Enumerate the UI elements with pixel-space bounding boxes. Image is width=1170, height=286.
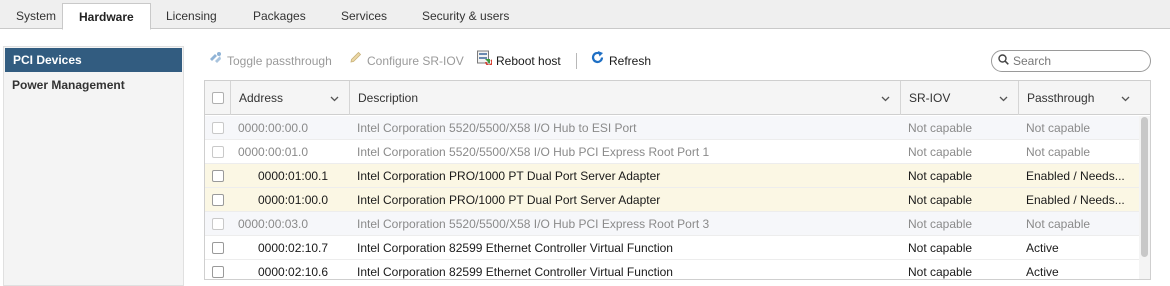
column-header-sriov[interactable]: SR-IOV	[900, 81, 1018, 115]
configure-sriov-label: Configure SR-IOV	[367, 54, 464, 68]
description-cell: Intel Corporation 5520/5500/X58 I/O Hub …	[357, 145, 710, 159]
grid-header: Address Description SR-IOV Passthrough	[205, 81, 1150, 115]
tab-hardware[interactable]: Hardware	[62, 3, 151, 30]
passthrough-cell: Not capable	[1026, 145, 1091, 159]
passthrough-cell: Enabled / Needs...	[1026, 193, 1125, 207]
row-checkbox[interactable]	[212, 122, 224, 134]
configure-sriov-button[interactable]: Configure SR-IOV	[348, 49, 464, 73]
table-row[interactable]: 0000:01:00.1 Intel Corporation PRO/1000 …	[205, 164, 1140, 188]
description-cell: Intel Corporation 82599 Ethernet Control…	[357, 265, 673, 279]
row-checkbox[interactable]	[212, 194, 224, 206]
table-row[interactable]: 0000:02:10.7 Intel Corporation 82599 Eth…	[205, 236, 1140, 260]
pci-devices-grid: Address Description SR-IOV Passthrough 0…	[204, 80, 1151, 280]
address-cell: 0000:02:10.6	[258, 265, 329, 279]
row-checkbox[interactable]	[212, 170, 224, 182]
search-box	[991, 50, 1151, 72]
description-cell: Intel Corporation 82599 Ethernet Control…	[357, 241, 673, 255]
sriov-cell: Not capable	[908, 241, 973, 255]
passthrough-cell: Active	[1026, 265, 1059, 279]
row-checkbox[interactable]	[212, 266, 224, 278]
address-cell: 0000:00:00.0	[238, 121, 309, 135]
address-cell: 0000:00:03.0	[238, 217, 309, 231]
description-cell: Intel Corporation PRO/1000 PT Dual Port …	[357, 193, 661, 207]
row-checkbox[interactable]	[212, 146, 224, 158]
sriov-cell: Not capable	[908, 169, 973, 183]
chevron-down-icon[interactable]	[1121, 81, 1130, 115]
column-header-sriov-label: SR-IOV	[909, 91, 951, 105]
tab-packages[interactable]: Packages	[237, 0, 322, 29]
reboot-host-label: Reboot host	[496, 54, 561, 68]
table-row[interactable]: 0000:00:03.0 Intel Corporation 5520/5500…	[205, 212, 1140, 236]
sidebar-item-power-management[interactable]: Power Management	[4, 73, 183, 97]
toggle-passthrough-label: Toggle passthrough	[227, 54, 332, 68]
tab-licensing[interactable]: Licensing	[150, 0, 233, 29]
reboot-icon	[476, 49, 493, 73]
address-cell: 0000:02:10.7	[258, 241, 329, 255]
passthrough-icon	[208, 49, 223, 73]
chevron-down-icon[interactable]	[330, 81, 339, 115]
description-cell: Intel Corporation PRO/1000 PT Dual Port …	[357, 169, 661, 183]
tab-bar: System Hardware Licensing Packages Servi…	[0, 0, 1170, 30]
table-row[interactable]: 0000:00:01.0 Intel Corporation 5520/5500…	[205, 140, 1140, 164]
column-header-address[interactable]: Address	[230, 81, 349, 115]
table-row[interactable]: 0000:02:10.6 Intel Corporation 82599 Eth…	[205, 260, 1140, 279]
sriov-cell: Not capable	[908, 193, 973, 207]
tab-security-users[interactable]: Security & users	[406, 0, 525, 29]
chevron-down-icon[interactable]	[881, 81, 890, 115]
reboot-host-button[interactable]: Reboot host	[476, 49, 561, 73]
pencil-icon	[348, 49, 363, 73]
table-row[interactable]: 0000:01:00.0 Intel Corporation PRO/1000 …	[205, 188, 1140, 212]
address-cell: 0000:01:00.1	[258, 169, 329, 183]
sidebar-item-pci-devices[interactable]: PCI Devices	[5, 48, 182, 72]
refresh-button[interactable]: Refresh	[590, 49, 651, 73]
refresh-label: Refresh	[609, 54, 652, 68]
column-header-address-label: Address	[239, 91, 284, 105]
passthrough-cell: Not capable	[1026, 217, 1091, 231]
column-header-description[interactable]: Description	[349, 81, 900, 115]
chevron-down-icon[interactable]	[999, 81, 1008, 115]
sriov-cell: Not capable	[908, 145, 973, 159]
column-header-passthrough[interactable]: Passthrough	[1018, 81, 1140, 115]
address-cell: 0000:00:01.0	[238, 145, 309, 159]
search-icon	[998, 54, 1009, 68]
sriov-cell: Not capable	[908, 217, 973, 231]
column-header-description-label: Description	[358, 91, 419, 105]
column-header-passthrough-label: Passthrough	[1027, 91, 1095, 105]
passthrough-cell: Enabled / Needs...	[1026, 169, 1125, 183]
row-checkbox[interactable]	[212, 218, 224, 230]
search-input[interactable]	[1013, 54, 1141, 68]
address-cell: 0000:01:00.0	[258, 193, 329, 207]
description-cell: Intel Corporation 5520/5500/X58 I/O Hub …	[357, 121, 637, 135]
sriov-cell: Not capable	[908, 265, 973, 279]
table-row[interactable]: 0000:00:00.0 Intel Corporation 5520/5500…	[205, 116, 1140, 140]
tab-services[interactable]: Services	[325, 0, 403, 29]
passthrough-cell: Active	[1026, 241, 1059, 255]
row-checkbox[interactable]	[212, 242, 224, 254]
passthrough-cell: Not capable	[1026, 121, 1091, 135]
scrollbar-thumb[interactable]	[1141, 117, 1148, 257]
description-cell: Intel Corporation 5520/5500/X58 I/O Hub …	[357, 217, 710, 231]
toolbar-divider	[576, 53, 577, 69]
select-all-checkbox[interactable]	[212, 92, 224, 104]
refresh-icon	[590, 49, 605, 73]
sidebar: PCI Devices Power Management	[3, 46, 184, 286]
toolbar: Toggle passthrough Configure SR-IOV Rebo…	[204, 49, 1164, 73]
sriov-cell: Not capable	[908, 121, 973, 135]
toggle-passthrough-button[interactable]: Toggle passthrough	[208, 49, 332, 73]
